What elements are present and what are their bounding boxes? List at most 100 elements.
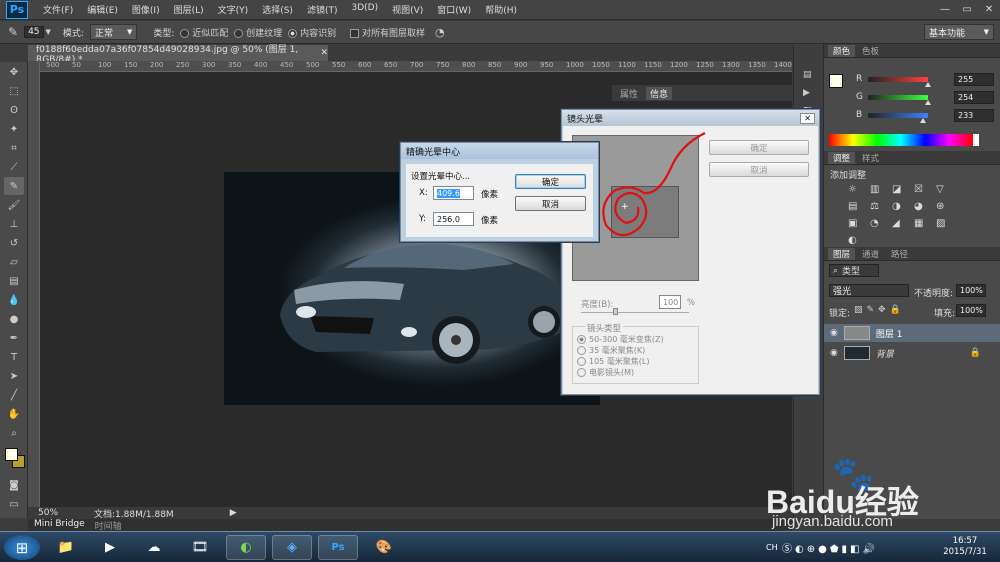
channel-slider[interactable] <box>868 77 928 82</box>
x-input[interactable]: 409.6 <box>433 186 474 200</box>
close-tab-icon[interactable]: ✕ <box>320 48 328 58</box>
adjustment-icon[interactable]: ⚖ <box>870 201 886 212</box>
screen-mode-icon[interactable]: ▭ <box>4 495 24 513</box>
menu-item[interactable]: 图像(I) <box>125 3 167 16</box>
layer-name[interactable]: 背景 <box>876 347 894 360</box>
minimize-button[interactable]: — <box>934 2 956 18</box>
eraser-tool-icon[interactable]: ▱ <box>4 253 24 271</box>
adjustment-icon[interactable]: ▤ <box>848 201 864 212</box>
lens-type-radio[interactable]: 电影镜头(M) <box>577 367 634 378</box>
eye-icon[interactable]: ◉ <box>830 348 838 358</box>
media-player-task-icon[interactable]: ▶ <box>90 535 130 560</box>
menu-item[interactable]: 文件(F) <box>36 3 80 16</box>
healing-brush-tool-icon[interactable]: ✎ <box>4 177 24 195</box>
explorer-task-icon[interactable]: 📁 <box>46 535 86 560</box>
ok-button[interactable]: 确定 <box>709 140 809 155</box>
quick-mask-icon[interactable]: ◙ <box>4 476 24 494</box>
foreground-color-swatch[interactable] <box>5 448 18 461</box>
y-input[interactable]: 256.0 <box>433 212 474 226</box>
spot-healing-brush-icon[interactable]: ✎ <box>8 25 18 39</box>
cancel-button[interactable]: 取消 <box>709 162 809 177</box>
lens-type-radio[interactable]: 50-300 毫米变焦(Z) <box>577 334 664 345</box>
history-icon[interactable]: ▤ <box>803 70 814 80</box>
fill-field[interactable]: 100% <box>956 304 986 317</box>
tab-layers[interactable]: 图层 <box>828 247 856 260</box>
adjustment-icon[interactable]: ◐ <box>848 235 864 246</box>
slider-thumb-icon[interactable] <box>919 118 926 123</box>
dodge-tool-icon[interactable]: ● <box>4 310 24 328</box>
color-spectrum[interactable] <box>829 134 973 146</box>
adjustment-icon[interactable]: ◔ <box>870 218 886 229</box>
paint-task-icon[interactable]: 🎨 <box>364 535 404 560</box>
type-radio-proximity[interactable]: 近似匹配 <box>180 26 228 39</box>
taskbar-clock[interactable]: 16:57 2015/7/31 <box>935 536 995 558</box>
brush-preset-picker[interactable]: 45 ▼ <box>24 26 51 38</box>
film-task-icon[interactable]: 🎞 <box>180 535 220 560</box>
tab-mini-bridge[interactable]: Mini Bridge <box>34 519 85 531</box>
menu-item[interactable]: 选择(S) <box>255 3 300 16</box>
menu-item[interactable]: 图层(L) <box>167 3 211 16</box>
fg-color-chip[interactable] <box>829 74 843 88</box>
slider-thumb-icon[interactable] <box>924 100 931 105</box>
slider-thumb-icon[interactable] <box>925 82 931 87</box>
marquee-tool-icon[interactable]: ⬚ <box>4 82 24 100</box>
brightness-slider[interactable] <box>581 312 689 313</box>
clone-stamp-tool-icon[interactable]: ⊥ <box>4 215 24 233</box>
tab-adjustments[interactable]: 调整 <box>828 151 856 164</box>
menu-item[interactable]: 3D(D) <box>344 3 385 16</box>
adjustment-icon[interactable]: ☒ <box>914 184 930 195</box>
adjustment-icon[interactable]: ◪ <box>892 184 908 195</box>
color-swatches[interactable] <box>3 446 25 472</box>
adjustment-icon[interactable]: ☼ <box>848 184 864 195</box>
eyedropper-tool-icon[interactable]: ⟋ <box>4 158 24 176</box>
tab-swatches[interactable]: 色板 <box>857 45 884 57</box>
cancel-button[interactable]: 取消 <box>515 196 586 211</box>
menu-item[interactable]: 窗口(W) <box>430 3 478 16</box>
tab-info[interactable]: 信息 <box>646 86 673 100</box>
tab-properties[interactable]: 属性 <box>616 87 642 100</box>
layer-name[interactable]: 图层 1 <box>876 327 903 340</box>
workspace-select[interactable]: 基本功能 ▼ <box>924 24 994 40</box>
eye-icon[interactable]: ◉ <box>830 328 838 338</box>
layer-row-layer1[interactable]: ◉ 图层 1 <box>824 324 1000 342</box>
type-radio-content-aware[interactable]: 内容识别 <box>288 26 336 39</box>
app-task-icon[interactable]: ◈ <box>272 535 312 560</box>
actions-icon[interactable]: ▶ <box>803 88 814 98</box>
adjustment-icon[interactable]: ▽ <box>936 184 952 195</box>
adjustment-icon[interactable]: ◑ <box>892 201 908 212</box>
menu-item[interactable]: 滤镜(T) <box>300 3 345 16</box>
tray-icons[interactable]: Ⓢ◐⊕●⬟▮◧🔊 <box>782 540 878 555</box>
zoom-level[interactable]: 50% <box>38 508 58 518</box>
maximize-button[interactable]: ▭ <box>956 2 978 18</box>
input-language[interactable]: CH <box>766 543 778 552</box>
menu-item[interactable]: 视图(V) <box>385 3 430 16</box>
history-brush-tool-icon[interactable]: ↺ <box>4 234 24 252</box>
photoshop-task-icon[interactable]: Ps <box>318 535 358 560</box>
lens-type-radio[interactable]: 105 毫米聚焦(L) <box>577 356 650 367</box>
close-icon[interactable]: ✕ <box>800 112 815 124</box>
pressure-icon[interactable]: ◔ <box>435 26 445 39</box>
adjustment-icon[interactable]: ▦ <box>914 218 930 229</box>
blur-tool-icon[interactable]: 💧 <box>4 291 24 309</box>
channel-value[interactable]: 255 <box>954 73 994 86</box>
menu-item[interactable]: 文字(Y) <box>211 3 256 16</box>
adjustment-icon[interactable]: ▥ <box>870 184 886 195</box>
tab-paths[interactable]: 路径 <box>886 248 913 260</box>
layer-row-background[interactable]: ◉ 背景 🔒 <box>824 344 1000 362</box>
document-tab[interactable]: f0188f60edda07a36f07854d49028934.jpg @ 5… <box>28 45 328 65</box>
lock-icons[interactable]: ▨✎✥🔒 <box>854 305 905 315</box>
menu-item[interactable]: 编辑(E) <box>80 3 125 16</box>
adjustment-icon[interactable]: ▨ <box>936 218 952 229</box>
zoom-tool-icon[interactable]: ⌕ <box>4 424 24 442</box>
channel-value[interactable]: 233 <box>954 109 994 122</box>
layer-filter-select[interactable]: ⌕ 类型 <box>829 264 879 277</box>
spectrum-white[interactable] <box>973 134 979 146</box>
move-tool-icon[interactable]: ✥ <box>4 63 24 81</box>
sample-all-checkbox[interactable]: 对所有图层取样 <box>350 26 425 39</box>
status-menu-arrow-icon[interactable]: ▶ <box>230 508 237 518</box>
brightness-field[interactable]: 100 <box>659 295 681 309</box>
lens-type-radio[interactable]: 35 毫米聚焦(K) <box>577 345 645 356</box>
path-select-tool-icon[interactable]: ➤ <box>4 367 24 385</box>
tab-styles[interactable]: 样式 <box>857 152 884 164</box>
pen-tool-icon[interactable]: ✒ <box>4 329 24 347</box>
